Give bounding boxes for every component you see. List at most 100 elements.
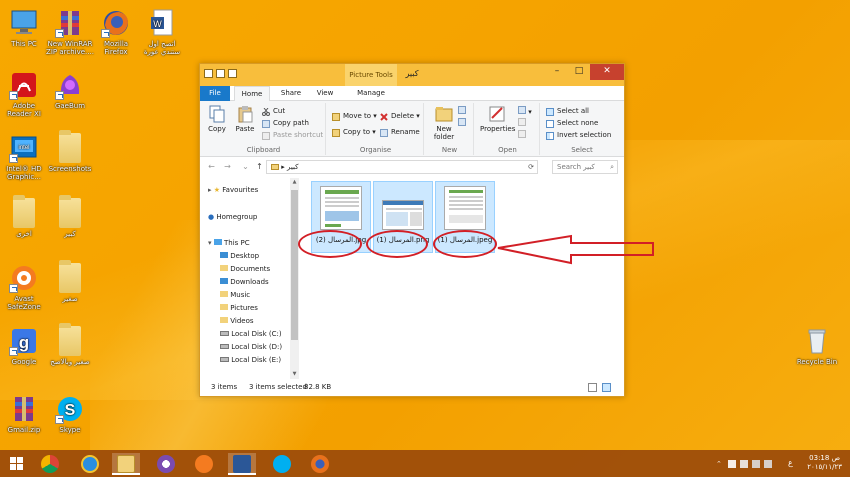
- tray-app-icon[interactable]: [728, 460, 736, 468]
- desktop-icon-gmail-zip[interactable]: Gmail.zip: [0, 394, 48, 434]
- maximize-button[interactable]: □: [568, 64, 590, 80]
- nav-documents[interactable]: Documents: [220, 263, 270, 275]
- recycle-bin-icon: [802, 326, 832, 356]
- desktop-icon-this-pc[interactable]: This PC: [0, 8, 48, 48]
- tab-view[interactable]: View: [310, 86, 340, 101]
- tray-arrow-icon[interactable]: ⌃: [716, 460, 724, 468]
- tab-home[interactable]: Home: [234, 86, 270, 102]
- desktop-icon-adobe-reader[interactable]: Adobe Reader XI: [0, 70, 48, 118]
- desktop-icon-screenshots[interactable]: Screenshots: [46, 130, 94, 173]
- nav-local-disk-c[interactable]: Local Disk (C:): [220, 328, 282, 340]
- nav-local-disk-e[interactable]: Local Disk (E:): [220, 354, 281, 366]
- desktop-icon-folder-big[interactable]: كبير: [46, 195, 94, 238]
- select-none-button[interactable]: Select none: [546, 118, 598, 129]
- details-view-icon[interactable]: [588, 383, 597, 392]
- image-thumbnail: [444, 186, 486, 230]
- desktop-icon-google[interactable]: g Google: [0, 326, 48, 366]
- nav-music[interactable]: Music: [220, 289, 250, 301]
- taskbar-file-explorer[interactable]: [112, 453, 140, 475]
- expand-arrow-icon[interactable]: ▾: [208, 239, 212, 247]
- tab-share[interactable]: Share: [274, 86, 308, 101]
- title-bar[interactable]: Picture Tools كبير – □ ✕: [200, 64, 624, 86]
- desktop-icon-folder-other[interactable]: اخرى: [0, 195, 48, 238]
- breadcrumb[interactable]: كبير: [287, 163, 298, 171]
- image-thumbnail: [320, 186, 362, 230]
- desktop-icon-skype[interactable]: S Skype: [46, 394, 94, 434]
- paste-shortcut-button[interactable]: Paste shortcut: [262, 130, 323, 141]
- copy-button[interactable]: Copy: [204, 105, 230, 133]
- desktop-icon-avast[interactable]: Avast SafeZone: [0, 263, 48, 311]
- cut-button[interactable]: Cut: [262, 106, 285, 117]
- desktop-icon-intel-graphics[interactable]: intel Intel® HD Graphic...: [0, 133, 48, 181]
- back-button[interactable]: ←: [206, 162, 217, 173]
- copy-path-button[interactable]: Copy path: [262, 118, 309, 129]
- explorer-window[interactable]: Picture Tools كبير – □ ✕ File Home Share…: [199, 63, 625, 397]
- move-to-button[interactable]: Move to ▾: [332, 111, 377, 122]
- open-button[interactable]: ▾: [518, 106, 532, 117]
- address-field[interactable]: ▸ كبير ⟳: [266, 160, 538, 174]
- volume-icon[interactable]: [764, 460, 772, 468]
- expand-arrow-icon[interactable]: ▸: [208, 186, 212, 194]
- new-folder-button[interactable]: New folder: [430, 105, 458, 141]
- taskbar-firefox[interactable]: [306, 453, 334, 475]
- navigation-pane: ▸ ★ Favourites ● Homegroup ▾ This PC Des…: [200, 178, 298, 379]
- taskbar-app[interactable]: [152, 453, 180, 475]
- up-button[interactable]: ↑: [254, 162, 265, 173]
- nav-local-disk-d[interactable]: Local Disk (D:): [220, 341, 282, 353]
- nav-homegroup[interactable]: ● Homegroup: [208, 211, 257, 223]
- flag-icon[interactable]: [740, 460, 748, 468]
- search-input[interactable]: Search كبير ⌕: [552, 160, 618, 174]
- scroll-down-arrow[interactable]: ▼: [290, 370, 299, 379]
- invert-selection-icon: [546, 132, 554, 140]
- annotation-circle: [366, 230, 428, 258]
- taskbar-skype[interactable]: [268, 453, 296, 475]
- folder-icon: [59, 195, 81, 228]
- nav-favourites[interactable]: ▸ ★ Favourites: [208, 184, 258, 196]
- input-language[interactable]: ع: [788, 458, 793, 467]
- properties-button[interactable]: Properties: [480, 105, 515, 133]
- minimize-button[interactable]: –: [546, 64, 568, 80]
- network-icon[interactable]: [752, 460, 760, 468]
- desktop-icon-game[interactable]: GaeBum: [46, 70, 94, 110]
- refresh-icon[interactable]: ⟳: [528, 161, 534, 173]
- select-all-button[interactable]: Select all: [546, 106, 589, 117]
- delete-button[interactable]: Delete ▾: [380, 111, 420, 122]
- desktop-icon-folder-small-correct[interactable]: صغير وبالاصح: [46, 323, 94, 366]
- edit-button[interactable]: [518, 118, 526, 129]
- nav-pictures[interactable]: Pictures: [220, 302, 258, 314]
- large-icons-view-icon[interactable]: [602, 383, 611, 392]
- firefox-icon: [101, 8, 131, 38]
- invert-selection-button[interactable]: Invert selection: [546, 130, 611, 141]
- history-button[interactable]: [518, 130, 526, 141]
- nav-videos[interactable]: Videos: [220, 315, 254, 327]
- desktop-icon-winrar-archive[interactable]: New WinRAR ZIP archive....: [46, 8, 94, 56]
- nav-downloads[interactable]: Downloads: [220, 276, 269, 288]
- forward-button[interactable]: →: [222, 162, 233, 173]
- taskbar-chrome[interactable]: [36, 453, 64, 475]
- nav-scrollbar[interactable]: ▲ ▼: [290, 178, 299, 379]
- desktop-icon-recycle-bin[interactable]: Recycle Bin: [793, 326, 841, 366]
- rename-button[interactable]: Rename: [380, 127, 420, 138]
- start-button[interactable]: [2, 453, 30, 475]
- clock[interactable]: 03:18 ص ٢٠١٥/١١/٢٣: [807, 454, 842, 472]
- nav-desktop[interactable]: Desktop: [220, 250, 259, 262]
- nav-this-pc[interactable]: ▾ This PC: [208, 237, 250, 249]
- new-item-button[interactable]: [458, 106, 466, 117]
- folder-icon: [271, 164, 279, 170]
- paste-button[interactable]: Paste: [232, 105, 258, 133]
- scroll-up-arrow[interactable]: ▲: [290, 178, 299, 187]
- organise-group-label: Organise: [359, 146, 392, 154]
- desktop-icon-word-document[interactable]: W اتصح اول ستندي عورة: [138, 8, 186, 56]
- recent-locations-button[interactable]: ⌄: [240, 162, 251, 173]
- tab-manage[interactable]: Manage: [346, 86, 396, 101]
- desktop-icon-firefox[interactable]: Mozilla Firefox: [92, 8, 140, 56]
- scroll-thumb[interactable]: [291, 190, 298, 340]
- tab-file[interactable]: File: [200, 86, 230, 101]
- close-button[interactable]: ✕: [590, 64, 624, 80]
- easy-access-button[interactable]: [458, 118, 466, 129]
- taskbar-avast[interactable]: [190, 453, 218, 475]
- desktop-icon-folder-small[interactable]: صغير: [46, 260, 94, 303]
- taskbar-internet-explorer[interactable]: [76, 453, 104, 475]
- copy-to-button[interactable]: Copy to ▾: [332, 127, 376, 138]
- taskbar-word[interactable]: [228, 453, 256, 475]
